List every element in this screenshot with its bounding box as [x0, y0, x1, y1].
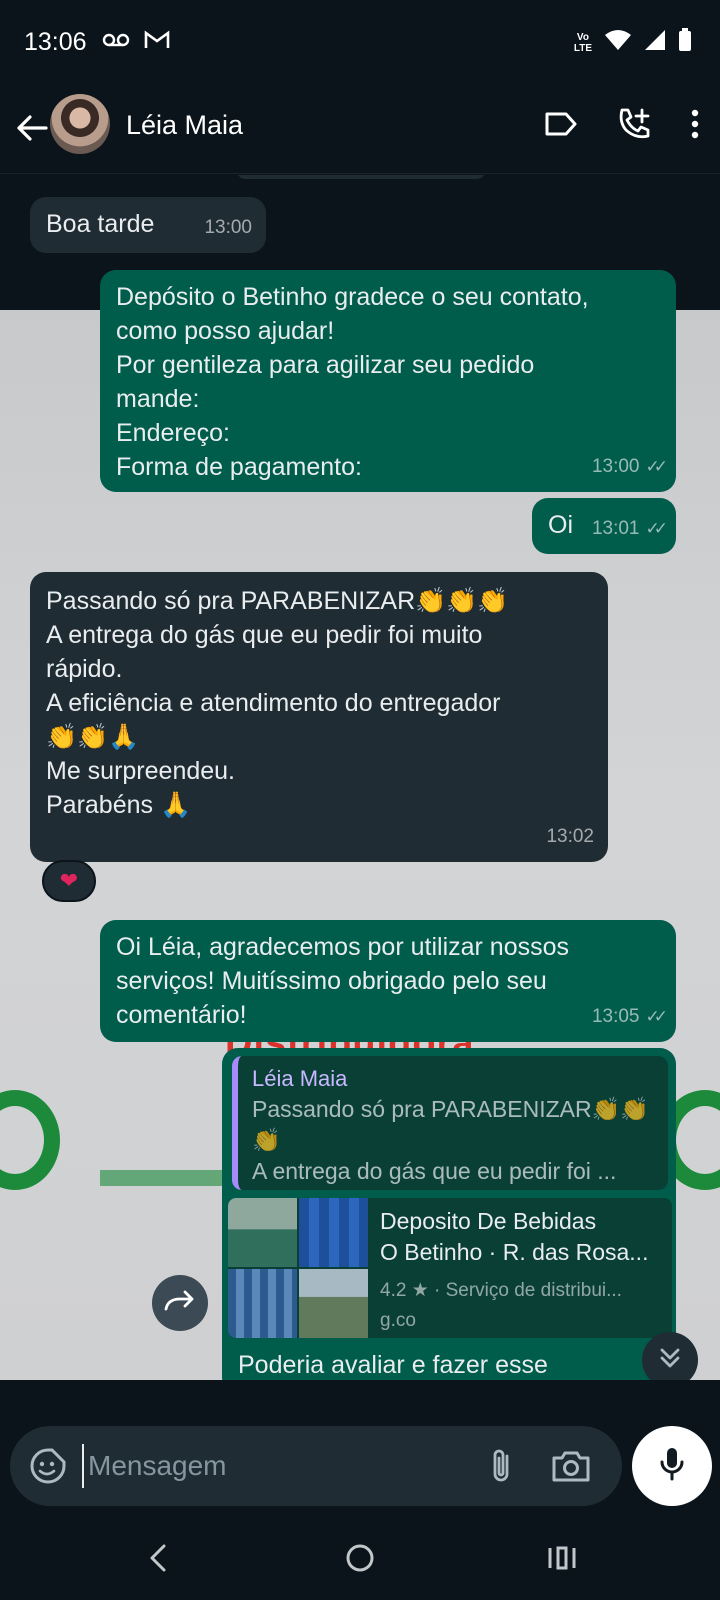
link-preview-subtitle: 4.2 ★ · Serviço de distribui...: [380, 1280, 622, 1301]
wifi-icon: [604, 29, 632, 56]
message-bubble-outgoing[interactable]: Oi Léia, agradecemos por utilizar nossos…: [100, 920, 676, 1042]
camera-icon[interactable]: [550, 1446, 592, 1486]
forward-icon: [164, 1289, 196, 1318]
thumbnail-image: [299, 1269, 368, 1338]
voicemail-icon: [102, 32, 130, 53]
status-bar: 13:06 Vo LTE: [0, 0, 720, 88]
gmail-icon: [144, 30, 170, 55]
previous-message-edge: [236, 175, 486, 179]
quoted-text: 👏: [252, 1127, 281, 1153]
reaction-heart[interactable]: ❤: [42, 860, 96, 902]
forward-button[interactable]: [152, 1275, 208, 1331]
message-text: Oi: [548, 511, 573, 539]
message-text: Passando só pra PARABENIZAR👏👏👏 A entrega…: [46, 587, 509, 819]
message-bubble-outgoing[interactable]: Léia Maia Passando só pra PARABENIZAR👏👏 …: [222, 1048, 676, 1380]
nav-back-button[interactable]: [136, 1538, 180, 1582]
message-time: 13:00: [591, 456, 640, 477]
message-text: Depósito o Betinho gradece o seu contato…: [116, 283, 589, 481]
system-navigation-bar: [0, 1520, 720, 1600]
quoted-message[interactable]: Léia Maia Passando só pra PARABENIZAR👏👏 …: [232, 1056, 668, 1190]
link-preview-domain: g.co: [380, 1310, 416, 1331]
recents-icon: [546, 1544, 578, 1577]
message-time: 13:05: [591, 1006, 640, 1027]
message-bubble-incoming[interactable]: Boa tarde 13:00: [30, 197, 266, 253]
more-options-icon[interactable]: [690, 109, 700, 144]
message-bubble-outgoing[interactable]: Oi 13:01 ✓✓: [532, 498, 676, 554]
battery-icon: [678, 28, 692, 57]
home-circle-icon: [344, 1542, 376, 1579]
chat-area[interactable]: Distribuidora Boa tarde 13:00 Depósito o…: [0, 175, 720, 1380]
double-check-icon: ✓✓: [645, 1007, 668, 1026]
quoted-text: A entrega do gás que eu pedir foi ...: [252, 1158, 617, 1184]
heart-icon: ❤: [59, 868, 79, 893]
microphone-icon: [657, 1446, 687, 1487]
thumbnail-image: [228, 1269, 297, 1338]
link-preview-thumbnails: [228, 1198, 368, 1338]
sticker-icon[interactable]: [28, 1446, 68, 1486]
thumbnail-image: [228, 1198, 297, 1267]
arrow-left-icon: [16, 114, 48, 147]
message-time: 13:02: [546, 826, 594, 847]
quoted-author: Léia Maia: [252, 1066, 348, 1091]
scroll-to-bottom-button[interactable]: [642, 1332, 698, 1380]
nav-recents-button[interactable]: [540, 1538, 584, 1582]
volte-icon: Vo LTE: [573, 31, 592, 54]
message-time: 13:00: [204, 217, 252, 238]
message-input[interactable]: [82, 1444, 442, 1488]
thumbnail-image: [299, 1198, 368, 1267]
double-check-icon: ✓✓: [645, 457, 668, 476]
chevron-double-down-icon: [657, 1345, 683, 1376]
message-bubble-outgoing[interactable]: Depósito o Betinho gradece o seu contato…: [100, 270, 676, 492]
signal-icon: [644, 29, 666, 56]
paperclip-icon[interactable]: [482, 1446, 522, 1486]
chevron-left-icon: [147, 1543, 169, 1578]
message-text: Poderia avaliar e fazer esse: [238, 1351, 548, 1379]
link-preview-title: Deposito De Bebidas O Betinho · R. das R…: [380, 1208, 649, 1265]
wallpaper-logo-shape: [0, 1090, 60, 1190]
chat-header: Léia Maia: [0, 88, 720, 174]
back-button[interactable]: [12, 110, 52, 150]
composer-bar: [0, 1380, 720, 1520]
status-time: 13:06: [24, 28, 87, 56]
link-preview[interactable]: Deposito De Bebidas O Betinho · R. das R…: [228, 1198, 672, 1338]
contact-avatar[interactable]: [50, 94, 110, 154]
voice-message-button[interactable]: [632, 1426, 712, 1506]
label-button[interactable]: [544, 111, 578, 142]
message-time: 13:01: [591, 518, 640, 539]
contact-name[interactable]: Léia Maia: [126, 110, 243, 141]
message-text: Boa tarde: [46, 210, 155, 238]
nav-home-button[interactable]: [338, 1538, 382, 1582]
quoted-text: Passando só pra PARABENIZAR👏👏: [252, 1096, 649, 1122]
message-text: Oi Léia, agradecemos por utilizar nossos…: [116, 933, 570, 1029]
message-bubble-incoming[interactable]: Passando só pra PARABENIZAR👏👏👏 A entrega…: [30, 572, 608, 862]
message-composer[interactable]: [10, 1426, 622, 1506]
add-call-button[interactable]: [616, 106, 652, 147]
double-check-icon: ✓✓: [645, 519, 668, 538]
